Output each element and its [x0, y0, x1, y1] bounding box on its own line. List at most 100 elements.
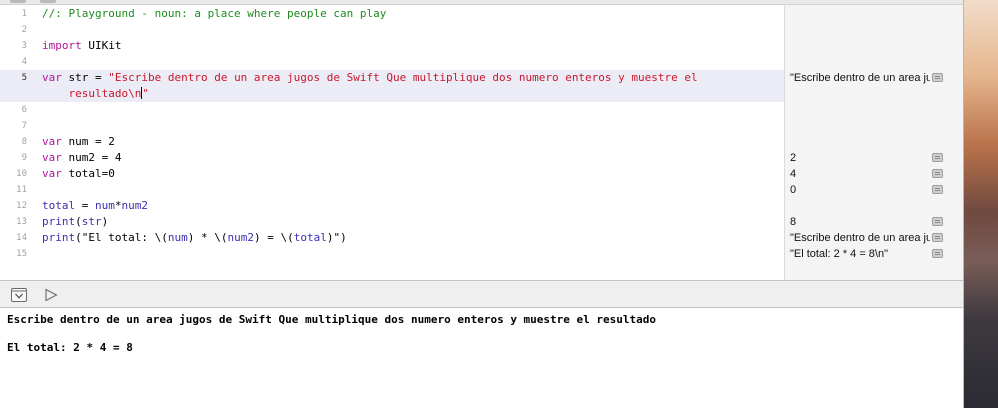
line-number: 1: [21, 9, 27, 19]
playground-window: 1 //: Playground - noun: a place where pe…: [0, 0, 964, 408]
code-token: num: [95, 199, 115, 212]
code-token: num2: [121, 199, 149, 212]
code-line[interactable]: 4: [0, 54, 784, 70]
code-token: (: [75, 215, 82, 228]
code-line[interactable]: 9 var num2 = 4: [0, 150, 784, 166]
code-token: *: [114, 199, 122, 212]
code-token: total=0: [61, 167, 115, 180]
code-line[interactable]: 6: [0, 102, 784, 118]
code-text: var num2 = 4: [42, 150, 121, 166]
code-token: str =: [61, 71, 109, 84]
code-token: var: [42, 151, 62, 164]
code-token: =: [75, 199, 95, 212]
code-text: print("El total: \(num) * \(num2) = \(to…: [42, 230, 347, 246]
hide-debug-area-icon[interactable]: [11, 288, 27, 302]
result-value: "Escribe dentro de un area jugos de Swif…: [790, 72, 930, 84]
code-token: //: Playground - noun: a place where peo…: [42, 7, 387, 20]
line-number: 9: [21, 153, 27, 163]
code-editor[interactable]: 1 //: Playground - noun: a place where pe…: [0, 5, 784, 280]
result-row: 0: [785, 182, 963, 198]
result-value: "El total: 2 * 4 = 8\n": [790, 248, 889, 260]
result-row: "Escribe dentro de un area jugos de Swif…: [785, 230, 963, 246]
result-row: 4: [785, 166, 963, 182]
line-number: 15: [16, 249, 27, 259]
quick-look-icon[interactable]: [932, 217, 943, 226]
line-number: 3: [21, 41, 27, 51]
quick-look-icon[interactable]: [932, 73, 943, 82]
result-value: 0: [790, 184, 797, 196]
result-row: "Escribe dentro de un area jugos de Swif…: [785, 70, 963, 86]
code-line[interactable]: 3 import UIKit: [0, 38, 784, 54]
debug-bar: [0, 280, 963, 308]
code-line[interactable]: 14 print("El total: \(num) * \(num2) = \(…: [0, 230, 784, 246]
code-token: ): [101, 215, 109, 228]
code-token: num: [167, 231, 188, 244]
quick-look-icon[interactable]: [932, 233, 943, 242]
code-token: num2: [227, 231, 254, 244]
result-value: "Escribe dentro de un area jugos de Swif…: [790, 232, 930, 244]
quick-look-icon[interactable]: [932, 169, 943, 178]
result-value: 8: [790, 216, 797, 228]
code-line[interactable]: 12 total = num*num2: [0, 198, 784, 214]
code-token: "Escribe dentro de un area jugos de Swif…: [108, 71, 698, 84]
results-sidebar: "Escribe dentro de un area jugos de Swif…: [784, 5, 963, 280]
run-playground-icon[interactable]: [44, 288, 58, 302]
code-line[interactable]: 7: [0, 118, 784, 134]
console-output: Escribe dentro de un area jugos de Swift…: [0, 308, 963, 408]
result-row: "El total: 2 * 4 = 8\n": [785, 246, 963, 262]
code-token: var: [42, 135, 62, 148]
line-number: 5: [21, 73, 27, 83]
code-text: print(str): [42, 214, 108, 230]
line-number: 12: [16, 201, 27, 211]
code-text: var total=0: [42, 166, 115, 182]
code-token: num2 = 4: [61, 151, 122, 164]
code-token: (: [75, 231, 82, 244]
line-number: 10: [16, 169, 27, 179]
code-token: print: [42, 231, 76, 244]
line-number: 6: [21, 105, 27, 115]
line-number: 11: [16, 185, 27, 195]
result-value: 2: [790, 152, 797, 164]
line-number: 7: [21, 121, 27, 131]
code-text: var str = "Escribe dentro de un area jug…: [42, 70, 698, 86]
code-token: ) = \(: [253, 231, 294, 244]
result-row: 2: [785, 150, 963, 166]
console-line: Escribe dentro de un area jugos de Swift…: [7, 313, 657, 326]
code-line[interactable]: 2: [0, 22, 784, 38]
desktop-wallpaper: [963, 0, 998, 408]
code-token: "El total: \(: [81, 231, 168, 244]
code-token: num = 2: [61, 135, 115, 148]
code-line[interactable]: 15: [0, 246, 784, 262]
code-text: import UIKit: [42, 38, 122, 54]
toolbar-nub-left: [10, 0, 26, 3]
line-number: 2: [21, 25, 27, 35]
console-line: El total: 2 * 4 = 8: [7, 341, 133, 354]
code-line[interactable]: 8 var num = 2: [0, 134, 784, 150]
code-line[interactable]: 10 var total=0: [0, 166, 784, 182]
code-line[interactable]: 13 print(str): [0, 214, 784, 230]
code-token: resultado\n: [42, 87, 142, 100]
code-token: total: [293, 231, 327, 244]
code-line[interactable]: 5 var str = "Escribe dentro de un area ju…: [0, 70, 784, 102]
code-text: total = num*num2: [42, 198, 148, 214]
code-text-wrapped: resultado\n": [42, 86, 149, 102]
quick-look-icon[interactable]: [932, 185, 943, 194]
code-token: var: [42, 167, 62, 180]
line-number: 4: [21, 57, 27, 67]
quick-look-icon[interactable]: [932, 249, 943, 258]
code-text: //: Playground - noun: a place where peo…: [42, 6, 386, 22]
code-token: ) * \(: [187, 231, 228, 244]
line-number: 13: [16, 217, 27, 227]
code-token: ": [142, 87, 149, 100]
result-row: 8: [785, 214, 963, 230]
code-token: import: [42, 39, 82, 52]
line-number: 14: [16, 233, 27, 243]
code-token: var: [42, 71, 62, 84]
code-token: str: [81, 215, 102, 228]
code-line[interactable]: 11: [0, 182, 784, 198]
code-line[interactable]: 1 //: Playground - noun: a place where pe…: [0, 6, 784, 22]
code-token: )"): [326, 231, 347, 244]
code-token: total: [42, 199, 76, 212]
line-number: 8: [21, 137, 27, 147]
quick-look-icon[interactable]: [932, 153, 943, 162]
